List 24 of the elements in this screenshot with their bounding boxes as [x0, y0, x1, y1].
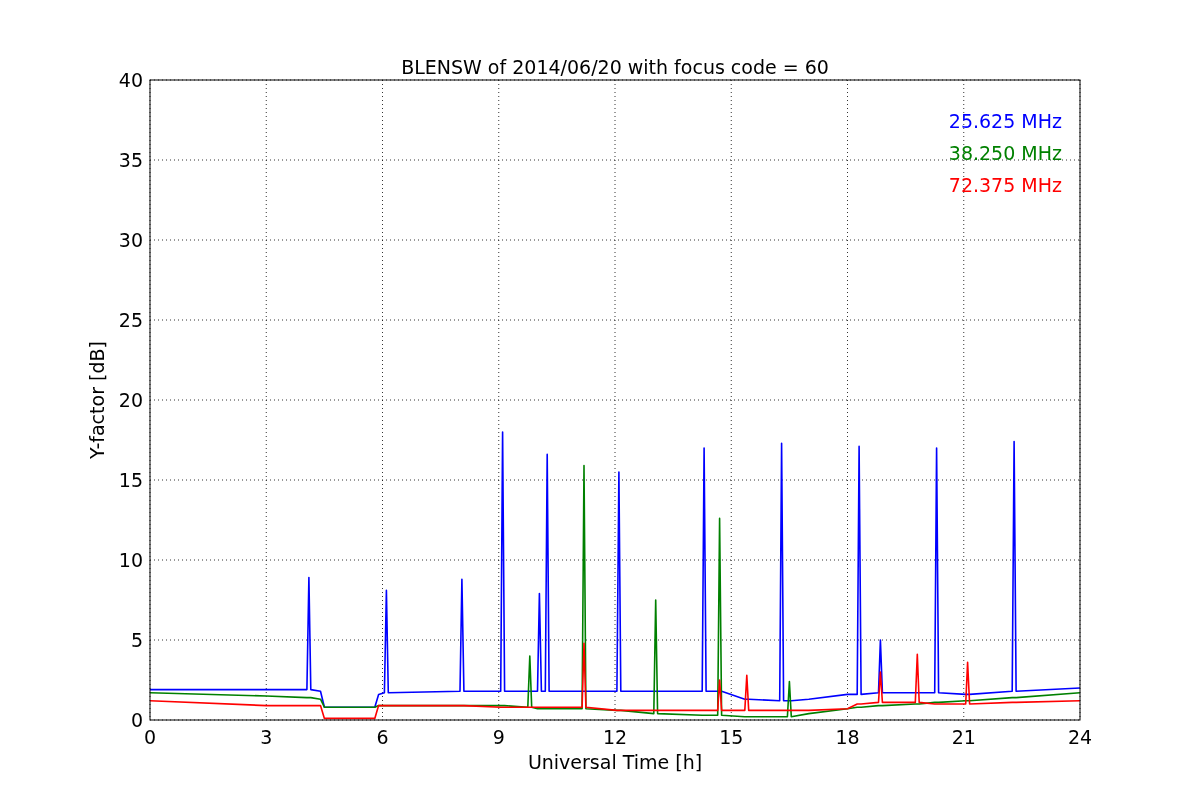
x-tick-label: 18 [835, 726, 860, 748]
legend-label: 72.375 MHz [948, 174, 1062, 196]
y-tick-label: 15 [118, 469, 143, 491]
x-tick-label: 12 [602, 726, 628, 748]
x-tick-label: 9 [492, 726, 505, 748]
y-axis-label: Y-factor [dB] [86, 341, 108, 459]
y-tick-label: 5 [130, 629, 143, 651]
x-tick-label: 15 [719, 726, 744, 748]
chart-title: BLENSW of 2014/06/20 with focus code = 60 [401, 56, 829, 78]
y-tick-label: 10 [118, 549, 143, 571]
x-tick-label: 3 [260, 726, 273, 748]
legend-label: 38.250 MHz [948, 142, 1062, 164]
y-tick-label: 25 [118, 309, 143, 331]
y-tick-label: 35 [118, 149, 143, 171]
y-tick-label: 20 [118, 389, 143, 411]
x-tick-label: 21 [951, 726, 976, 748]
y-tick-label: 0 [130, 709, 143, 731]
y-tick-label: 30 [118, 229, 143, 251]
y-tick-label: 40 [118, 69, 143, 91]
x-tick-label: 0 [143, 726, 157, 748]
x-axis-label: Universal Time [h] [527, 751, 703, 773]
legend-label: 25.625 MHz [948, 110, 1062, 132]
x-tick-label: 6 [376, 726, 389, 748]
x-tick-label: 24 [1067, 726, 1093, 748]
